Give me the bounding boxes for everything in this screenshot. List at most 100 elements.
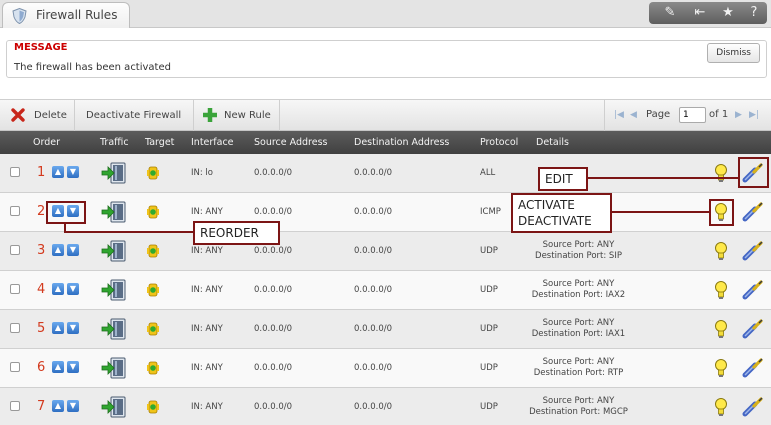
details-source-port: Source Port: ANY: [542, 357, 615, 367]
prev-page-icon[interactable]: ◀: [630, 110, 637, 120]
tab-firewall-rules[interactable]: Firewall Rules: [2, 2, 130, 28]
dismiss-button[interactable]: Dismiss: [707, 43, 760, 63]
move-up-icon[interactable]: ▲: [52, 283, 64, 295]
reorder-annotation-text: REORDER: [200, 226, 259, 240]
shield-icon: [12, 8, 27, 24]
details-source-port: Source Port: ANY: [542, 396, 615, 406]
edit-wrench-icon[interactable]: [742, 241, 764, 261]
source-address-cell: 0.0.0.0/0: [254, 246, 293, 256]
row-checkbox[interactable]: [10, 323, 20, 333]
delete-icon: [11, 108, 25, 122]
interface-cell: IN: ANY: [191, 402, 223, 412]
activate-annotation: ACTIVATE DEACTIVATE: [511, 193, 612, 233]
details-destination-port: Destination Port: IAX1: [531, 329, 626, 339]
row-checkbox[interactable]: [10, 167, 20, 177]
protocol-cell: UDP: [480, 402, 498, 412]
move-down-icon[interactable]: ▼: [67, 244, 79, 256]
activate-bulb-icon[interactable]: [714, 319, 728, 339]
row-checkbox[interactable]: [10, 245, 20, 255]
move-down-icon[interactable]: ▼: [67, 322, 79, 334]
destination-address-cell: 0.0.0.0/0: [354, 363, 393, 373]
next-page-icon[interactable]: ▶: [735, 110, 742, 120]
details-destination-port: Destination Port: RTP: [533, 368, 624, 378]
edit-wrench-icon[interactable]: [742, 397, 764, 417]
help-icon[interactable]: ?: [745, 5, 763, 21]
move-up-icon[interactable]: ▲: [52, 166, 64, 178]
edit-wrench-icon[interactable]: [742, 358, 764, 378]
destination-address-cell: 0.0.0.0/0: [354, 402, 393, 412]
move-up-icon[interactable]: ▲: [52, 244, 64, 256]
traffic-inbound-icon: [101, 317, 129, 341]
destination-address-cell: 0.0.0.0/0: [354, 285, 393, 295]
move-down-icon[interactable]: ▼: [67, 400, 79, 412]
edit-window-icon[interactable]: ✎: [661, 5, 679, 21]
details-source-port: Source Port: ANY: [542, 318, 615, 328]
destination-address-cell: 0.0.0.0/0: [354, 246, 393, 256]
move-down-icon[interactable]: ▼: [67, 283, 79, 295]
traffic-inbound-icon: [101, 239, 129, 263]
header-order[interactable]: Order: [33, 137, 60, 148]
destination-address-cell: 0.0.0.0/0: [354, 207, 393, 217]
header-target[interactable]: Target: [145, 137, 174, 148]
header-destination-address[interactable]: Destination Address: [354, 137, 449, 148]
move-down-icon[interactable]: ▼: [67, 166, 79, 178]
order-number: 3: [37, 243, 46, 258]
target-accept-icon: [146, 244, 160, 258]
last-page-icon[interactable]: ▶|: [749, 110, 759, 120]
target-accept-icon: [146, 205, 160, 219]
source-address-cell: 0.0.0.0/0: [254, 207, 293, 217]
reorder-annotation: REORDER: [193, 221, 280, 245]
edit-wrench-icon[interactable]: [742, 202, 764, 222]
table-row[interactable]: 3 ▲ ▼ IN: ANY 0.0.0.0/0 0.0.0.0/0 UDP Source Po…: [0, 232, 771, 271]
activate-bulb-icon[interactable]: [714, 241, 728, 261]
edit-wrench-icon[interactable]: [742, 319, 764, 339]
reorder-connector-horizontal: [64, 231, 194, 233]
activate-bulb-icon[interactable]: [714, 358, 728, 378]
row-checkbox[interactable]: [10, 284, 20, 294]
row-checkbox[interactable]: [10, 401, 20, 411]
table-row[interactable]: 1 ▲ ▼ IN: lo 0.0.0.0/0 0.0.0.0/0 ALL: [0, 154, 771, 193]
activate-bulb-icon[interactable]: [714, 280, 728, 300]
header-protocol[interactable]: Protocol: [480, 137, 518, 148]
move-up-icon[interactable]: ▲: [52, 361, 64, 373]
page-input[interactable]: [679, 107, 706, 123]
delete-button[interactable]: Delete: [0, 100, 75, 131]
move-up-icon[interactable]: ▲: [52, 400, 64, 412]
target-accept-icon: [146, 283, 160, 297]
move-down-icon[interactable]: ▼: [67, 361, 79, 373]
row-checkbox[interactable]: [10, 362, 20, 372]
traffic-inbound-icon: [101, 278, 129, 302]
deactivate-firewall-button[interactable]: Deactivate Firewall: [75, 100, 194, 131]
table-row[interactable]: 6 ▲ ▼ IN: ANY 0.0.0.0/0 0.0.0.0/0 UDP Source Po…: [0, 349, 771, 388]
details-source-port: Source Port: ANY: [542, 279, 615, 289]
traffic-inbound-icon: [101, 200, 129, 224]
header-interface[interactable]: Interface: [191, 137, 234, 148]
protocol-cell: ICMP: [480, 207, 501, 217]
activate-bulb-icon[interactable]: [714, 397, 728, 417]
collapse-icon[interactable]: ⇤: [691, 5, 709, 21]
table-row[interactable]: 7 ▲ ▼ IN: ANY 0.0.0.0/0 0.0.0.0/0 UDP Source Po…: [0, 388, 771, 425]
edit-connector: [587, 177, 739, 179]
table-row[interactable]: 4 ▲ ▼ IN: ANY 0.0.0.0/0 0.0.0.0/0 UDP Source Po…: [0, 271, 771, 310]
edit-wrench-icon[interactable]: [742, 280, 764, 300]
table-row[interactable]: 5 ▲ ▼ IN: ANY 0.0.0.0/0 0.0.0.0/0 UDP Source Po…: [0, 310, 771, 349]
reorder-highlight: [46, 201, 86, 224]
protocol-cell: UDP: [480, 285, 498, 295]
header-traffic[interactable]: Traffic: [100, 137, 129, 148]
interface-cell: IN: ANY: [191, 363, 223, 373]
message-label: MESSAGE: [14, 42, 68, 53]
source-address-cell: 0.0.0.0/0: [254, 168, 293, 178]
table-header: Order Traffic Target Interface Source Ad…: [0, 131, 771, 154]
activate-bulb-icon[interactable]: [714, 163, 728, 183]
tab-title: Firewall Rules: [36, 8, 118, 22]
header-source-address[interactable]: Source Address: [254, 137, 327, 148]
details-cell: Source Port: ANY Destination Port: IAX2: [521, 279, 636, 301]
first-page-icon[interactable]: |◀: [614, 110, 624, 120]
target-accept-icon: [146, 166, 160, 180]
row-checkbox[interactable]: [10, 206, 20, 216]
activate-highlight: [709, 199, 734, 226]
new-rule-button[interactable]: New Rule: [194, 100, 280, 131]
header-details[interactable]: Details: [536, 137, 569, 148]
move-up-icon[interactable]: ▲: [52, 322, 64, 334]
star-icon[interactable]: ★: [719, 5, 737, 21]
